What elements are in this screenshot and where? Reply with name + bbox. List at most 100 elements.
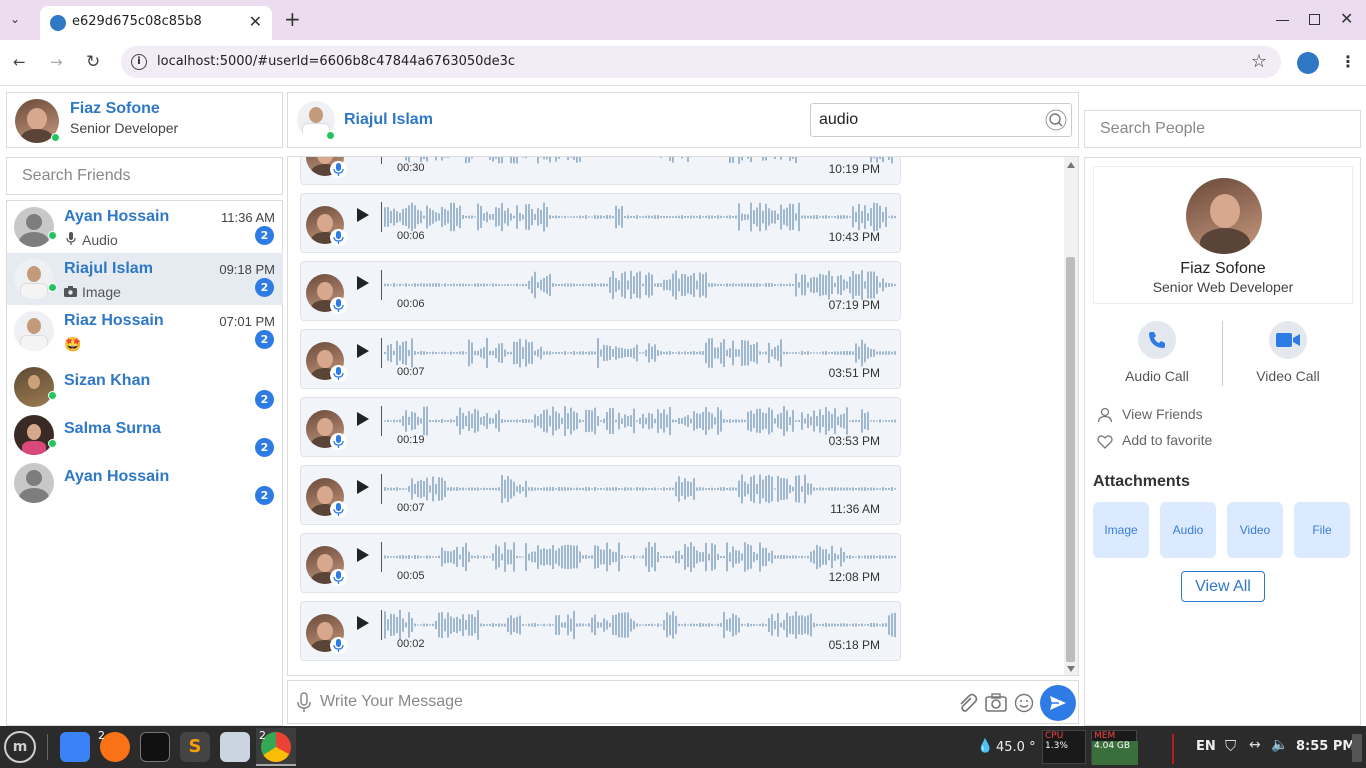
message-time: 07:19 PM (828, 298, 880, 312)
play-button[interactable] (356, 411, 370, 427)
tab-close-icon[interactable]: ✕ (249, 12, 262, 31)
address-bar[interactable]: i localhost:5000/#userId=6606b8c47844a67… (121, 46, 1281, 78)
sublime-text-icon[interactable]: S (180, 732, 210, 762)
files-icon[interactable] (220, 732, 250, 762)
finder-icon[interactable] (60, 732, 90, 762)
friend-item[interactable]: Salma Surna 2 (7, 405, 283, 457)
menu-kebab-icon[interactable]: ⋮ (1340, 52, 1356, 71)
browser-tab[interactable]: e629d675c08c85b8 ✕ (40, 6, 272, 40)
attachment-video-button[interactable]: Video (1227, 502, 1283, 558)
voice-record-icon[interactable] (296, 692, 312, 714)
unread-badge: 2 (255, 226, 274, 245)
add-favorite-link[interactable]: Add to favorite (1097, 432, 1337, 452)
friend-name: Salma Surna (64, 420, 161, 437)
scrollbar-thumb[interactable] (1066, 257, 1075, 662)
audio-waveform[interactable] (381, 608, 897, 642)
taskbar-separator (47, 734, 48, 760)
friend-item[interactable]: Sizan Khan 2 (7, 357, 283, 409)
friend-item[interactable]: Ayan Hossain 2 (7, 453, 283, 505)
friend-name: Ayan Hossain (64, 468, 170, 485)
video-call-label: Video Call (1256, 368, 1320, 384)
audio-waveform[interactable] (381, 200, 897, 234)
forward-icon[interactable]: → (50, 53, 63, 71)
search-friends-input[interactable]: Search Friends (6, 157, 283, 195)
camera-icon[interactable] (985, 693, 1007, 712)
tab-list-chevron-icon[interactable]: ⌄ (10, 12, 20, 26)
network-icon[interactable]: ↔ (1249, 737, 1261, 753)
volume-icon[interactable]: 🔈 (1271, 737, 1288, 753)
friend-name: Sizan Khan (64, 372, 151, 389)
clock[interactable]: 8:55 PM (1296, 739, 1355, 754)
scrollbar-track[interactable] (1064, 157, 1078, 675)
show-desktop-button[interactable] (1352, 734, 1362, 762)
play-button[interactable] (356, 479, 370, 495)
audio-waveform[interactable] (381, 336, 897, 370)
terminal-icon[interactable] (140, 732, 170, 762)
play-button[interactable] (356, 275, 370, 291)
video-camera-icon (1269, 321, 1307, 359)
audio-waveform[interactable] (381, 540, 897, 574)
message-time: 11:36 AM (830, 502, 880, 516)
attachment-image-button[interactable]: Image (1093, 502, 1149, 558)
mem-label: MEM (1094, 731, 1116, 741)
friend-item[interactable]: Ayan Hossain 11:36 AM Audio 2 (7, 201, 283, 253)
url-text[interactable]: localhost:5000/#userId=6606b8c47844a6763… (157, 54, 515, 69)
friend-preview: Audio (82, 232, 118, 248)
search-people-input[interactable]: Search People (1084, 110, 1361, 148)
shield-icon[interactable]: ⛉ (1225, 737, 1236, 755)
friend-preview: Image (82, 284, 121, 300)
attachment-file-button[interactable]: File (1294, 502, 1350, 558)
mic-icon (330, 569, 347, 586)
view-friends-link[interactable]: View Friends (1097, 406, 1337, 426)
friend-item[interactable]: Riaz Hossain 07:01 PM 🤩 2 (7, 305, 283, 357)
audio-duration: 00:05 (397, 570, 425, 582)
close-window-icon[interactable]: ✕ (1340, 9, 1353, 28)
send-icon (1049, 695, 1067, 711)
reload-icon[interactable]: ↻ (86, 52, 100, 72)
bookmark-star-icon[interactable]: ☆ (1251, 51, 1267, 72)
mint-menu-icon[interactable]: m (4, 731, 36, 763)
back-icon[interactable]: ← (13, 53, 26, 71)
send-button[interactable] (1040, 685, 1076, 721)
search-icon[interactable] (1045, 109, 1067, 131)
attach-file-icon[interactable] (956, 692, 978, 714)
audio-waveform[interactable] (381, 157, 897, 166)
play-button[interactable] (356, 207, 370, 223)
maximize-icon[interactable] (1309, 14, 1320, 25)
mic-icon (330, 433, 347, 450)
play-button[interactable] (356, 547, 370, 563)
search-people-placeholder: Search People (1100, 120, 1205, 137)
minimize-icon[interactable] (1276, 20, 1289, 21)
keyboard-layout[interactable]: EN (1196, 739, 1216, 754)
new-tab-icon[interactable]: + (284, 7, 301, 31)
video-call-button[interactable]: Video Call (1236, 321, 1340, 387)
audio-waveform[interactable] (381, 472, 897, 506)
audio-message: 00:19 03:53 PM (300, 397, 901, 457)
scroll-up-arrow[interactable] (1067, 162, 1075, 168)
audio-waveform[interactable] (381, 404, 897, 438)
view-all-button[interactable]: View All (1181, 571, 1265, 602)
call-divider (1222, 321, 1223, 386)
site-info-icon[interactable]: i (131, 54, 147, 70)
my-name: Fiaz Sofone (70, 100, 160, 117)
audio-waveform[interactable] (381, 268, 897, 302)
emoji-icon[interactable] (1014, 693, 1034, 713)
attachment-audio-button[interactable]: Audio (1160, 502, 1216, 558)
mem-value: 4.04 GB (1094, 741, 1131, 751)
audio-message: 00:30 10:19 PM (300, 157, 901, 185)
compose-bar: Write Your Message (287, 680, 1079, 724)
browser-tab-strip: ⌄ e629d675c08c85b8 ✕ + ✕ (0, 0, 1366, 40)
profile-avatar-icon[interactable] (1297, 52, 1319, 74)
messenger-app: Fiaz Sofone Senior Developer Search Frie… (0, 86, 1366, 726)
scroll-down-arrow[interactable] (1067, 666, 1075, 672)
play-button[interactable] (356, 615, 370, 631)
firefox-window-count: 2 (98, 729, 105, 742)
message-time: 12:08 PM (828, 570, 880, 584)
play-button[interactable] (356, 343, 370, 359)
audio-call-button[interactable]: Audio Call (1105, 321, 1209, 387)
favorite-label: Add to favorite (1122, 432, 1213, 448)
message-input[interactable]: Write Your Message (320, 693, 463, 711)
friend-preview-emoji: 🤩 (64, 336, 82, 352)
message-search-input[interactable]: audio (810, 103, 1072, 137)
friend-item-selected[interactable]: Riajul Islam 09:18 PM Image 2 (7, 253, 283, 305)
